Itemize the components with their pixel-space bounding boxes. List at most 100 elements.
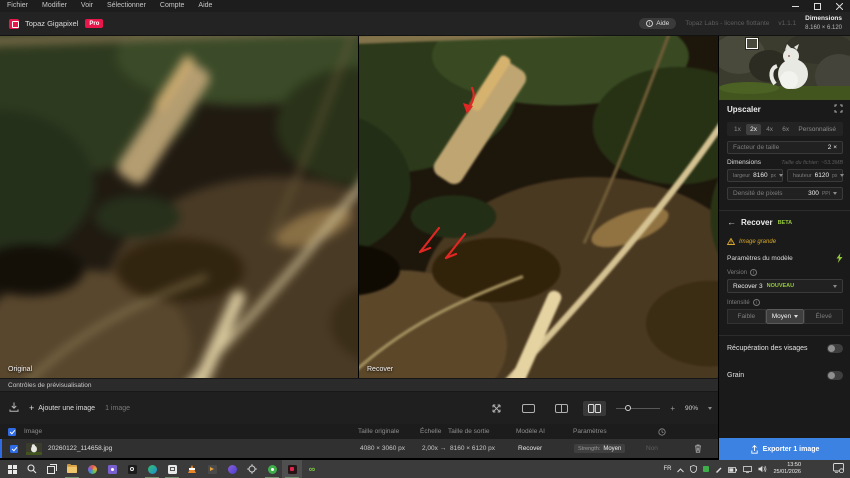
language-indicator[interactable]: FR bbox=[663, 466, 671, 472]
search-icon[interactable] bbox=[22, 460, 42, 478]
red-annotation-marks bbox=[359, 36, 718, 378]
photos-icon[interactable] bbox=[82, 460, 102, 478]
col-image: Image bbox=[24, 424, 42, 439]
camera-icon[interactable] bbox=[122, 460, 142, 478]
height-field[interactable]: hauteur 6120 px bbox=[787, 169, 843, 182]
pixel-density-field[interactable]: Densité de pixels 300PPI bbox=[727, 187, 843, 200]
split-view-icon[interactable] bbox=[550, 401, 573, 416]
queue-status-icon[interactable] bbox=[658, 424, 666, 439]
export-button[interactable]: Exporter 1 image bbox=[719, 438, 850, 460]
menu-compte[interactable]: Compte bbox=[153, 0, 192, 12]
action-center-icon[interactable] bbox=[833, 460, 844, 478]
movies-icon[interactable] bbox=[202, 460, 222, 478]
minimize-icon[interactable] bbox=[784, 0, 806, 12]
infinity-icon[interactable]: ∞ bbox=[302, 460, 322, 478]
export-icon bbox=[751, 445, 758, 454]
volume-icon[interactable] bbox=[758, 460, 767, 478]
paint3d-icon[interactable] bbox=[222, 460, 242, 478]
intensity-eleve-button[interactable]: Élevé bbox=[804, 309, 843, 324]
intensity-label: Intensité bbox=[727, 300, 750, 306]
scale-1x-button[interactable]: 1x bbox=[730, 124, 745, 135]
col-output-size: Taille de sortie bbox=[448, 424, 490, 439]
zoom-in-icon[interactable]: + bbox=[670, 404, 675, 413]
intensity-moyen-button[interactable]: Moyen bbox=[766, 309, 805, 324]
row-model: Recover bbox=[518, 439, 542, 458]
scale-custom-button[interactable]: Personnalisé bbox=[794, 124, 840, 135]
menu-voir[interactable]: Voir bbox=[74, 0, 100, 12]
height-unit-caret-icon[interactable] bbox=[840, 174, 844, 177]
scale-2x-button[interactable]: 2x bbox=[746, 124, 761, 135]
save-preview-icon[interactable] bbox=[9, 399, 19, 417]
scale-4x-button[interactable]: 4x bbox=[762, 124, 777, 135]
density-caret-icon[interactable] bbox=[833, 192, 837, 195]
output-dimensions: Dimensions 8.160 × 6.120 bbox=[805, 15, 845, 32]
resize-icon[interactable] bbox=[834, 104, 843, 115]
strength-badge[interactable]: Strength:Moyen bbox=[574, 444, 625, 453]
gigapixel-icon[interactable] bbox=[282, 460, 302, 478]
zoom-level[interactable]: 90% bbox=[685, 405, 698, 412]
recover-pane[interactable]: Recover bbox=[359, 36, 718, 378]
pan-tool-icon[interactable] bbox=[486, 400, 507, 417]
version-info-icon[interactable]: i bbox=[750, 269, 757, 276]
menu-selectionner[interactable]: Sélectionner bbox=[100, 0, 153, 12]
model-version-dropdown[interactable]: Recover 3NOUVEAU bbox=[727, 279, 843, 293]
face-recovery-toggle[interactable] bbox=[827, 344, 843, 353]
row-scale: 2,00x → bbox=[422, 439, 446, 458]
original-label: Original bbox=[8, 366, 32, 373]
zoom-slider[interactable] bbox=[616, 403, 660, 413]
info-icon: i bbox=[646, 20, 653, 27]
help-button[interactable]: iAide bbox=[639, 18, 676, 29]
recorder-icon[interactable] bbox=[262, 460, 282, 478]
tray-display-icon[interactable] bbox=[743, 460, 752, 478]
menu-modifier[interactable]: Modifier bbox=[35, 0, 74, 12]
menu-fichier[interactable]: Fichier bbox=[0, 0, 35, 12]
settings-icon[interactable] bbox=[242, 460, 262, 478]
file-explorer-icon[interactable] bbox=[62, 460, 82, 478]
scale-factor-field[interactable]: Facteur de taille 2 × bbox=[727, 141, 843, 154]
intensity-caret-icon bbox=[794, 315, 798, 318]
start-button[interactable] bbox=[2, 460, 22, 478]
select-all-checkbox[interactable] bbox=[8, 428, 16, 436]
tray-pen-icon[interactable] bbox=[715, 460, 722, 478]
side-by-side-view-icon[interactable] bbox=[583, 401, 606, 416]
zoom-caret-icon[interactable] bbox=[708, 407, 712, 410]
original-pane[interactable]: Original bbox=[0, 36, 358, 378]
delete-row-icon[interactable] bbox=[694, 439, 702, 458]
navigator-thumbnail[interactable] bbox=[719, 36, 850, 100]
grain-toggle[interactable] bbox=[827, 371, 843, 380]
back-arrow-icon[interactable]: ← bbox=[727, 218, 736, 227]
navigator-viewport-rect[interactable] bbox=[746, 38, 758, 49]
zoom-slider-knob[interactable] bbox=[625, 405, 631, 411]
file-size-note: Taille du fichier: ~53.3MB bbox=[781, 160, 843, 166]
row-checkbox[interactable] bbox=[10, 445, 18, 453]
tray-shield-icon[interactable] bbox=[690, 460, 697, 478]
image-count: 1 image bbox=[105, 405, 130, 412]
queue-row[interactable]: 20260122_114658.jpg 4080 × 3060 px 2,00x… bbox=[0, 439, 718, 458]
intensity-faible-button[interactable]: Faible bbox=[727, 309, 766, 324]
preview-area: Original Recover bbox=[0, 36, 718, 378]
single-view-icon[interactable] bbox=[517, 401, 540, 416]
scale-options: 1x 2x 4x 6x Personnalisé bbox=[727, 122, 843, 136]
scale-6x-button[interactable]: 6x bbox=[778, 124, 793, 135]
menu-bar: Fichier Modifier Voir Sélectionner Compt… bbox=[0, 0, 850, 12]
tray-battery-icon[interactable] bbox=[728, 460, 737, 478]
col-original-size: Taille originale bbox=[358, 424, 399, 439]
task-view-icon[interactable] bbox=[42, 460, 62, 478]
menu-aide[interactable]: Aide bbox=[191, 0, 219, 12]
close-icon[interactable] bbox=[828, 0, 850, 12]
tray-green-icon[interactable] bbox=[703, 466, 709, 472]
width-unit-caret-icon[interactable] bbox=[779, 174, 783, 177]
maximize-icon[interactable] bbox=[806, 0, 828, 12]
intensity-info-icon[interactable]: i bbox=[753, 299, 760, 306]
lightning-icon bbox=[836, 253, 843, 263]
taskbar-clock[interactable]: 13:50 25/01/2026 bbox=[773, 462, 801, 477]
mail-icon[interactable] bbox=[162, 460, 182, 478]
width-field[interactable]: largeur 8160 px bbox=[727, 169, 783, 182]
recover-label: Recover bbox=[367, 366, 393, 373]
tray-expand-icon[interactable] bbox=[677, 460, 684, 478]
vlc-icon[interactable] bbox=[182, 460, 202, 478]
store-icon[interactable] bbox=[102, 460, 122, 478]
col-ai-model: Modèle AI bbox=[516, 424, 545, 439]
edge-icon[interactable] bbox=[142, 460, 162, 478]
add-image-button[interactable]: +Ajouter une image bbox=[29, 404, 95, 413]
